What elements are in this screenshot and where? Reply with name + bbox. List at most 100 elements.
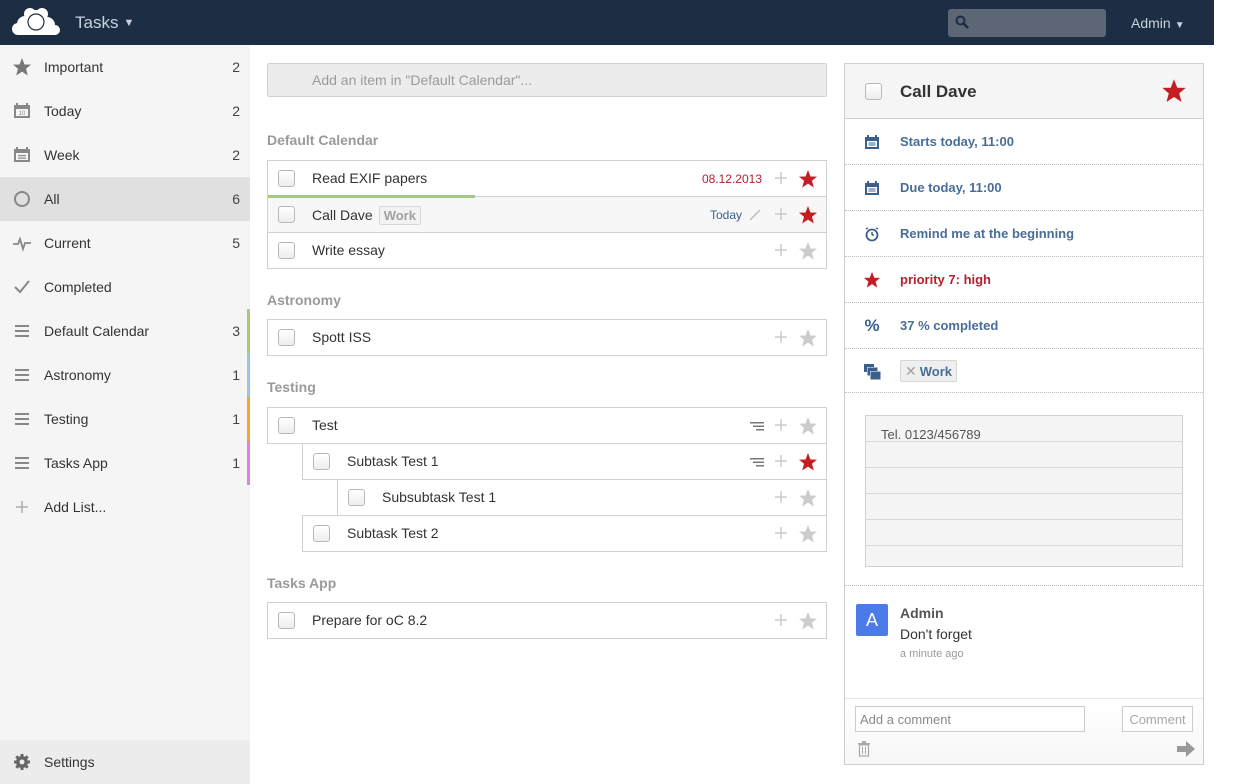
trash-icon[interactable] <box>857 741 871 757</box>
search-input[interactable] <box>972 11 1102 35</box>
sidebar-item-all[interactable]: All 6 <box>0 177 250 221</box>
sidebar-item-week[interactable]: Week 2 <box>0 133 250 177</box>
star-icon[interactable] <box>798 416 818 436</box>
subtask-row[interactable]: Subtask Test 1 <box>302 443 827 480</box>
start-date-row[interactable]: Starts today, 11:00 <box>845 119 1203 165</box>
group-title: Testing <box>267 379 316 395</box>
star-icon[interactable] <box>798 488 818 508</box>
settings-label: Settings <box>44 754 95 770</box>
due-date-row[interactable]: Due today, 11:00 <box>845 165 1203 211</box>
task-checkbox[interactable] <box>278 170 295 187</box>
arrow-right-icon[interactable] <box>1177 741 1195 757</box>
user-menu[interactable]: Admin ▼ <box>1131 15 1185 31</box>
task-title: Subtask Test 1 <box>347 453 439 469</box>
start-date-text: Starts today, 11:00 <box>900 134 1014 149</box>
sidebar-list-testing[interactable]: Testing 1 <box>0 397 250 441</box>
task-checkbox[interactable] <box>278 206 295 223</box>
add-subtask-icon[interactable] <box>774 490 788 504</box>
task-row[interactable]: Prepare for oC 8.2 <box>267 602 827 639</box>
due-date-text: Due today, 11:00 <box>900 180 1002 195</box>
avatar: A <box>856 604 888 636</box>
task-details-panel: Call Dave Starts today, 11:00 Due today,… <box>844 63 1204 765</box>
task-row[interactable]: Test <box>267 407 827 444</box>
star-icon[interactable] <box>798 611 818 631</box>
sidebar-item-current[interactable]: Current 5 <box>0 221 250 265</box>
add-subtask-icon[interactable] <box>774 243 788 257</box>
menu-lines-icon <box>15 325 29 337</box>
add-list-label: Add List... <box>44 499 107 515</box>
task-row[interactable]: Read EXIF papers 08.12.2013 <box>267 160 827 197</box>
task-title: Read EXIF papers <box>312 170 428 186</box>
priority-row[interactable]: priority 7: high <box>845 257 1203 303</box>
star-icon[interactable] <box>798 169 818 189</box>
header-bar: Tasks ▼ Admin ▼ <box>0 0 1214 45</box>
add-subtask-icon[interactable] <box>774 613 788 627</box>
add-subtask-icon[interactable] <box>774 454 788 468</box>
settings-button[interactable]: Settings <box>0 740 250 784</box>
subsubtask-row[interactable]: Subsubtask Test 1 <box>337 479 827 516</box>
sidebar-item-label: All <box>44 191 60 207</box>
subtasks-toggle-icon[interactable] <box>750 455 764 469</box>
add-subtask-icon[interactable] <box>774 526 788 540</box>
note-field[interactable]: Tel. 0123/456789 <box>865 415 1183 567</box>
star-icon[interactable] <box>798 328 818 348</box>
categories-row[interactable]: ✕ Work <box>845 349 1203 393</box>
calendar-icon <box>865 181 879 195</box>
task-checkbox[interactable] <box>348 489 365 506</box>
sidebar-item-completed[interactable]: Completed <box>0 265 250 309</box>
add-item-input[interactable] <box>312 70 812 90</box>
add-list-button[interactable]: Add List... <box>0 485 250 529</box>
star-icon[interactable] <box>798 524 818 544</box>
percent-icon: % <box>864 316 880 335</box>
sidebar-list-tasks-app[interactable]: Tasks App 1 <box>0 441 250 485</box>
app-menu[interactable]: Tasks ▼ <box>75 13 134 33</box>
sidebar-item-count: 2 <box>232 59 240 75</box>
task-checkbox[interactable] <box>278 417 295 434</box>
comment-input[interactable] <box>855 706 1085 732</box>
star-icon[interactable] <box>798 452 818 472</box>
comment-button[interactable]: Comment <box>1122 706 1193 732</box>
task-checkbox[interactable] <box>278 329 295 346</box>
pencil-icon[interactable] <box>748 208 762 222</box>
task-category-tag: Work <box>378 206 421 225</box>
task-checkbox[interactable] <box>278 242 295 259</box>
menu-lines-icon <box>15 413 29 425</box>
add-subtask-icon[interactable] <box>774 418 788 432</box>
owncloud-logo-icon[interactable] <box>10 6 62 38</box>
star-icon[interactable] <box>1161 78 1187 104</box>
sidebar-item-today[interactable]: 10 Today 2 <box>0 89 250 133</box>
task-row[interactable]: Write essay <box>267 232 827 269</box>
percent-complete-row[interactable]: % 37 % completed <box>845 303 1203 349</box>
sidebar-item-label: Default Calendar <box>44 323 150 339</box>
reminder-row[interactable]: Remind me at the beginning <box>845 211 1203 257</box>
task-progress-bar <box>268 195 476 198</box>
sidebar-list-astronomy[interactable]: Astronomy 1 <box>0 353 250 397</box>
sidebar-item-important[interactable]: Important 2 <box>0 45 250 89</box>
task-checkbox[interactable] <box>278 612 295 629</box>
sidebar-item-count: 6 <box>232 191 240 207</box>
star-icon[interactable] <box>798 205 818 225</box>
add-subtask-icon[interactable] <box>774 207 788 221</box>
remove-category-icon[interactable]: ✕ <box>905 363 917 380</box>
sidebar-item-label: Tasks App <box>44 455 108 471</box>
menu-lines-icon <box>15 369 29 381</box>
sidebar-list-default-calendar[interactable]: Default Calendar 3 <box>0 309 250 353</box>
subtask-row[interactable]: Subtask Test 2 <box>302 515 827 552</box>
details-title[interactable]: Call Dave <box>900 82 977 102</box>
sidebar-item-count: 2 <box>232 103 240 119</box>
svg-text:10: 10 <box>19 111 26 117</box>
add-subtask-icon[interactable] <box>774 171 788 185</box>
star-icon[interactable] <box>798 241 818 261</box>
subtasks-toggle-icon[interactable] <box>750 419 764 433</box>
task-title: Call Dave Work <box>312 206 421 225</box>
task-row-selected[interactable]: Call Dave Work Today <box>267 195 827 233</box>
group-title: Astronomy <box>267 292 341 308</box>
details-checkbox[interactable] <box>865 83 882 100</box>
add-subtask-icon[interactable] <box>774 330 788 344</box>
task-title: Test <box>312 417 338 433</box>
task-checkbox[interactable] <box>313 525 330 542</box>
task-row[interactable]: Spott ISS <box>267 319 827 356</box>
categories-icon <box>864 364 881 380</box>
task-checkbox[interactable] <box>313 453 330 470</box>
task-title: Subsubtask Test 1 <box>382 489 497 505</box>
